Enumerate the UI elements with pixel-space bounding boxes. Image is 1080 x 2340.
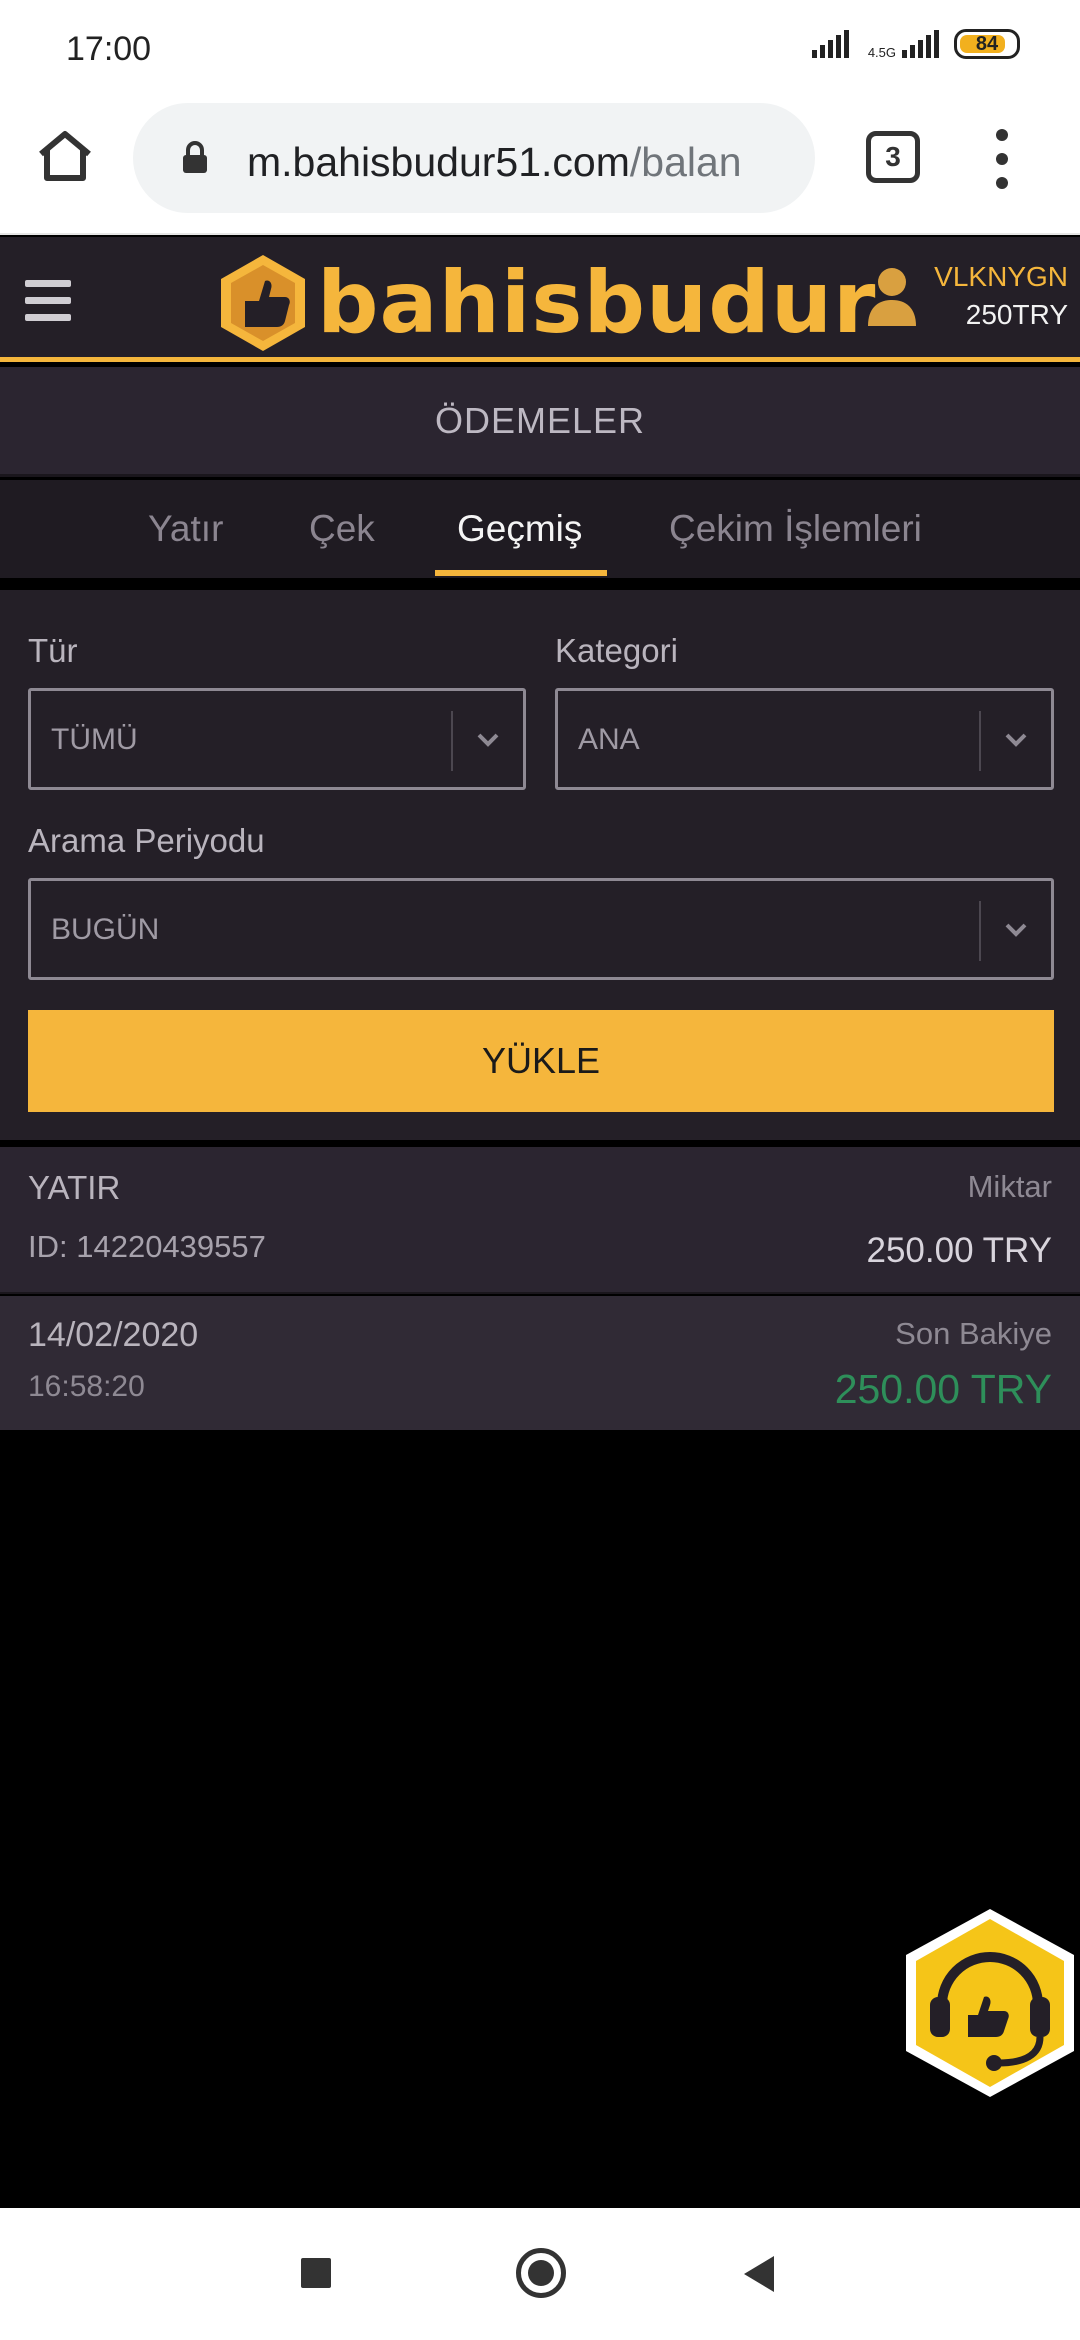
transaction-amount: 250.00 TRY xyxy=(866,1231,1052,1270)
status-icons: 4.5G 84 xyxy=(810,28,1020,60)
amount-label: Miktar xyxy=(967,1169,1052,1204)
system-nav-bar xyxy=(0,2208,1080,2340)
url-text: m.bahisbudur51.com/balan xyxy=(247,139,742,186)
signal-icon-2 xyxy=(902,30,939,58)
type-select-value: TÜMÜ xyxy=(51,723,138,756)
tab-switcher-button[interactable]: 3 xyxy=(866,131,920,183)
battery-level: 84 xyxy=(975,32,999,55)
user-info: VLKNYGN 250TRY xyxy=(934,261,1068,331)
browser-toolbar: m.bahisbudur51.com/balan 3 xyxy=(0,95,1080,235)
transaction-date: 14/02/2020 xyxy=(28,1316,199,1354)
thumbs-up-logo-icon xyxy=(221,255,305,351)
status-bar: 17:00 4.5G 84 xyxy=(0,0,1080,95)
category-select[interactable]: ANA xyxy=(555,688,1054,790)
tab-cekim-islemleri[interactable]: Çekim İşlemleri xyxy=(669,508,922,550)
url-host: m.bahisbudur51.com xyxy=(247,139,630,185)
username: VLKNYGN xyxy=(934,261,1068,292)
chevron-down-icon xyxy=(477,733,499,747)
battery-icon: 84 xyxy=(954,29,1020,59)
chevron-down-icon xyxy=(1005,733,1027,747)
transaction-id: ID: 14220439557 xyxy=(28,1229,266,1264)
filter-panel: Tür TÜMÜ Kategori ANA Arama Periyodu BUG… xyxy=(0,590,1080,1140)
active-tab-indicator xyxy=(435,570,607,576)
headset-support-icon xyxy=(906,1909,1074,2097)
chevron-down-icon xyxy=(1005,923,1027,937)
category-select-value: ANA xyxy=(578,723,640,756)
logo-text: bahisbudur xyxy=(317,253,877,353)
user-balance: 250TRY xyxy=(965,299,1068,330)
select-divider xyxy=(979,901,981,961)
status-time: 17:00 xyxy=(66,30,152,68)
transaction-time: 16:58:20 xyxy=(28,1370,145,1403)
network-indicator: 4.5G xyxy=(868,28,940,60)
period-select-value: BUGÜN xyxy=(51,913,160,946)
transaction-balance: 250.00 TRY xyxy=(834,1366,1052,1412)
address-bar[interactable]: m.bahisbudur51.com/balan xyxy=(133,103,815,213)
back-icon[interactable] xyxy=(742,2254,776,2294)
more-vert-icon[interactable] xyxy=(985,129,1021,189)
live-support-button[interactable] xyxy=(898,1905,1080,2101)
type-label: Tür xyxy=(28,632,78,669)
tab-cek[interactable]: Çek xyxy=(309,508,375,550)
select-divider xyxy=(451,711,453,771)
url-path: /balan xyxy=(629,139,742,185)
user-icon xyxy=(868,268,917,326)
period-select[interactable]: BUGÜN xyxy=(28,878,1054,980)
site-logo[interactable]: bahisbudur xyxy=(215,251,876,355)
page-title: ÖDEMELER xyxy=(434,399,646,441)
load-button[interactable]: YÜKLE xyxy=(28,1010,1054,1112)
type-select[interactable]: TÜMÜ xyxy=(28,688,526,790)
recents-button[interactable] xyxy=(301,2258,331,2288)
tab-gecmis[interactable]: Geçmiş xyxy=(457,508,582,550)
payment-tabs: Yatır Çek Geçmiş Çekim İşlemleri xyxy=(0,480,1080,578)
transaction-type: YATIR xyxy=(28,1169,121,1206)
select-divider xyxy=(979,711,981,771)
network-type: 4.5G xyxy=(867,45,896,60)
home-icon xyxy=(39,131,91,181)
transaction-header-row: YATIR ID: 14220439557 Miktar 250.00 TRY xyxy=(0,1147,1080,1294)
transaction-detail-row: 14/02/2020 16:58:20 Son Bakiye 250.00 TR… xyxy=(0,1296,1080,1430)
home-button[interactable] xyxy=(516,2248,566,2298)
tab-yatir[interactable]: Yatır xyxy=(148,508,223,550)
site-header: bahisbudur VLKNYGN 250TRY xyxy=(0,237,1080,362)
balance-label: Son Bakiye xyxy=(895,1316,1052,1351)
category-label: Kategori xyxy=(555,632,678,669)
page-title-bar: ÖDEMELER xyxy=(0,367,1080,477)
signal-icon xyxy=(811,30,849,58)
period-label: Arama Periyodu xyxy=(28,822,265,859)
hamburger-menu-icon[interactable] xyxy=(25,280,71,322)
user-account[interactable]: VLKNYGN 250TRY xyxy=(864,261,1068,331)
browser-home-button[interactable] xyxy=(30,121,100,191)
lock-icon xyxy=(183,141,207,173)
